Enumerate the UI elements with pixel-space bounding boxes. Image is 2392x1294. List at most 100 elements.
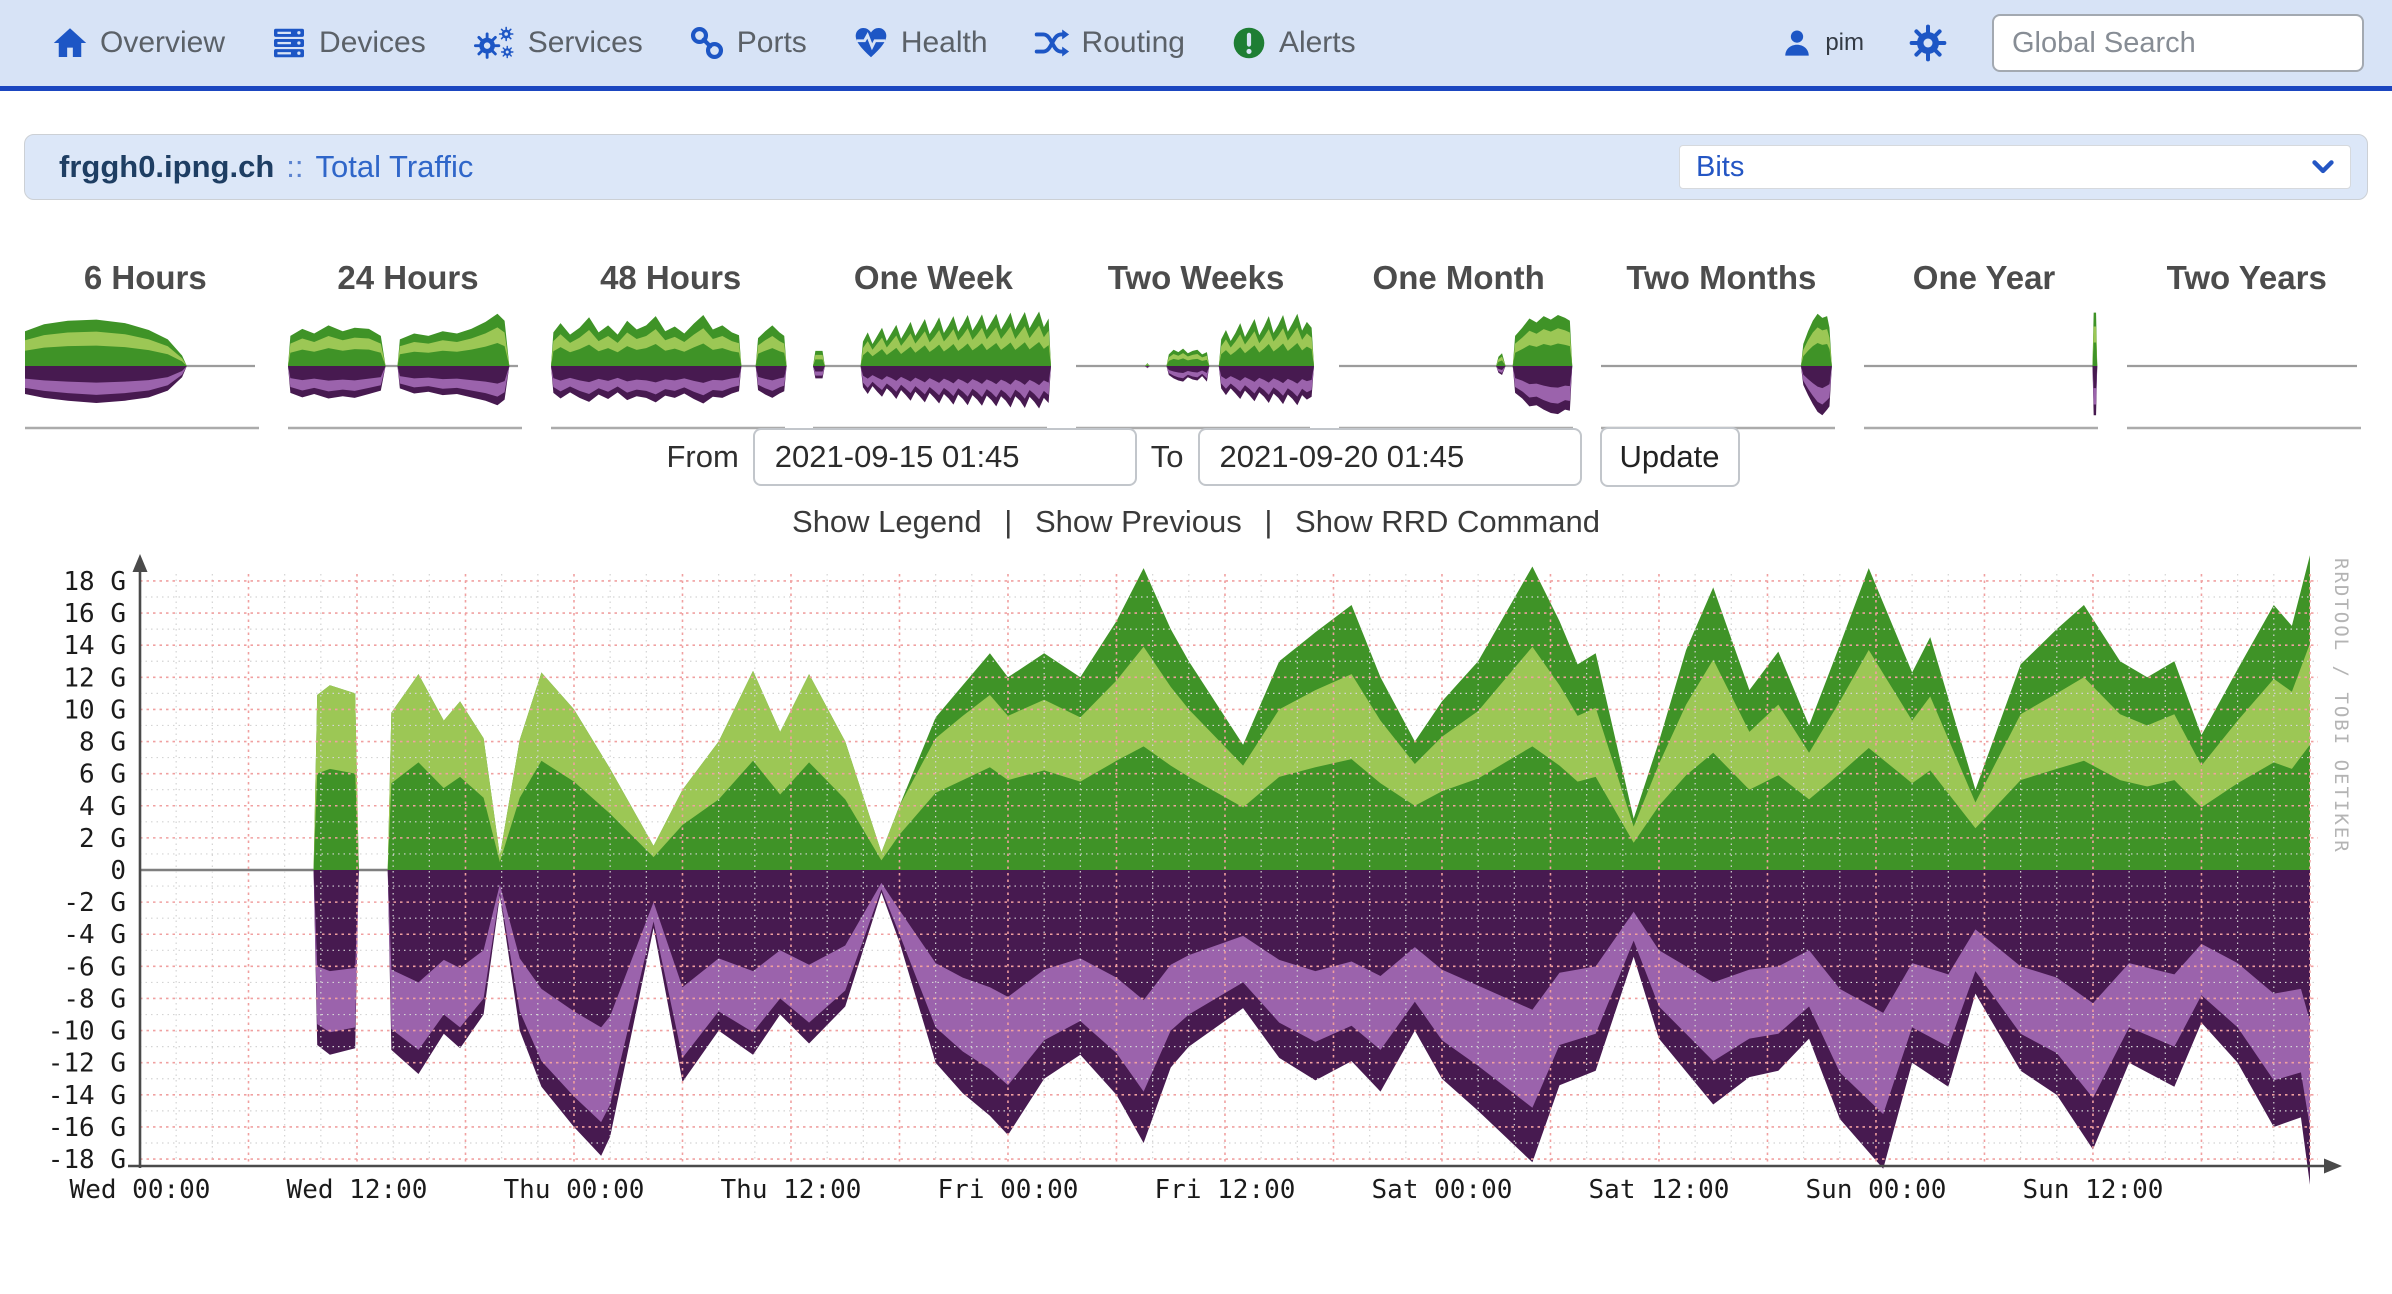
thumb-two-weeks[interactable]: Two Weeks (1065, 258, 1328, 432)
gear-icon (1908, 23, 1948, 63)
thumb-graph-48-hours (547, 302, 795, 432)
from-label: From (666, 439, 738, 475)
svg-text:-12 G: -12 G (48, 1049, 126, 1079)
thumb-one-month[interactable]: One Month (1327, 258, 1590, 432)
user-menu[interactable]: pim (1781, 27, 1864, 59)
svg-text:Wed 00:00: Wed 00:00 (70, 1175, 211, 1205)
heartbeat-icon (853, 25, 889, 61)
svg-text:8 G: 8 G (79, 728, 126, 758)
svg-text:Fri 12:00: Fri 12:00 (1155, 1175, 1296, 1205)
username-label: pim (1825, 29, 1864, 57)
thumb-graph-one-year (1860, 302, 2108, 432)
device-name: frggh0.ipng.ch (59, 149, 274, 185)
settings-button[interactable] (1908, 23, 1948, 63)
from-date-input[interactable] (753, 428, 1137, 486)
nav-item-routing[interactable]: Routing (1034, 25, 1185, 61)
svg-text:Sun 00:00: Sun 00:00 (1806, 1175, 1947, 1205)
chevron-down-icon (2310, 154, 2336, 180)
period-thumbnails: 6 Hours 24 Hours 48 Hours One Week Two W… (0, 258, 2392, 432)
thumb-48-hours[interactable]: 48 Hours (539, 258, 802, 432)
thumb-two-months[interactable]: Two Months (1590, 258, 1853, 432)
svg-text:-14 G: -14 G (48, 1081, 126, 1111)
traffic-graph: 18 G16 G14 G12 G10 G8 G6 G4 G2 G0-2 G-4 … (0, 550, 2392, 1294)
shuffle-icon (1034, 25, 1070, 61)
svg-text:Sun 12:00: Sun 12:00 (2023, 1175, 2164, 1205)
server-stack-icon (271, 25, 307, 61)
to-date-input[interactable] (1198, 428, 1582, 486)
thumb-label: One Week (802, 258, 1065, 298)
svg-text:18 G: 18 G (63, 567, 126, 597)
thumb-label: 48 Hours (539, 258, 802, 298)
show-legend-link[interactable]: Show Legend (792, 504, 982, 539)
svg-text:-10 G: -10 G (48, 1017, 126, 1047)
thumb-graph-two-months (1597, 302, 1845, 432)
show-rrd-command-link[interactable]: Show RRD Command (1295, 504, 1600, 539)
thumb-6-hours[interactable]: 6 Hours (14, 258, 277, 432)
thumb-label: Two Years (2115, 258, 2378, 298)
thumb-two-years[interactable]: Two Years (2115, 258, 2378, 432)
nav-item-label: Health (901, 26, 988, 60)
thumb-24-hours[interactable]: 24 Hours (277, 258, 540, 432)
title-separator: :: (286, 149, 303, 185)
thumb-label: Two Weeks (1065, 258, 1328, 298)
nav-item-ports[interactable]: Ports (689, 25, 807, 61)
nav-item-label: Services (528, 26, 643, 60)
svg-text:Thu 00:00: Thu 00:00 (504, 1175, 645, 1205)
svg-text:Fri 00:00: Fri 00:00 (938, 1175, 1079, 1205)
rrdtool-watermark: RRDTOOL / TOBI OETIKER (2330, 558, 2352, 1198)
svg-text:Thu 12:00: Thu 12:00 (721, 1175, 862, 1205)
thumb-one-year[interactable]: One Year (1853, 258, 2116, 432)
thumb-label: Two Months (1590, 258, 1853, 298)
link-icon (689, 25, 725, 61)
nav-item-health[interactable]: Health (853, 25, 988, 61)
svg-text:6 G: 6 G (79, 760, 126, 790)
svg-text:-4 G: -4 G (63, 920, 126, 950)
svg-text:-16 G: -16 G (48, 1113, 126, 1143)
svg-text:12 G: 12 G (63, 663, 126, 693)
thumb-graph-two-years (2123, 302, 2371, 432)
global-search-input[interactable] (1992, 14, 2364, 72)
nav-item-label: Alerts (1279, 26, 1356, 60)
nav-item-label: Routing (1082, 26, 1185, 60)
svg-text:14 G: 14 G (63, 631, 126, 661)
svg-text:Wed 12:00: Wed 12:00 (287, 1175, 428, 1205)
svg-text:10 G: 10 G (63, 695, 126, 725)
graph-title-link[interactable]: Total Traffic (316, 149, 474, 185)
nav-item-services[interactable]: Services (472, 25, 643, 61)
thumb-graph-one-week (809, 302, 1057, 432)
svg-text:-6 G: -6 G (63, 952, 126, 982)
svg-text:Sat 12:00: Sat 12:00 (1589, 1175, 1730, 1205)
nav-item-alerts[interactable]: Alerts (1231, 25, 1356, 61)
svg-text:0: 0 (110, 856, 126, 886)
nav-item-label: Devices (319, 26, 426, 60)
thumb-graph-24-hours (284, 302, 532, 432)
time-range-form: From To Update (0, 424, 2392, 490)
units-selected-value: Bits (1696, 151, 1744, 184)
svg-text:2 G: 2 G (79, 824, 126, 854)
thumb-graph-one-month (1335, 302, 1583, 432)
thumb-graph-6-hours (21, 302, 269, 432)
graph-action-links: Show Legend | Show Previous | Show RRD C… (0, 504, 2392, 540)
svg-text:-18 G: -18 G (48, 1145, 126, 1175)
graph-header-panel: frggh0.ipng.ch :: Total Traffic Bits (24, 134, 2368, 200)
nav-item-devices[interactable]: Devices (271, 25, 426, 61)
svg-text:Sat 00:00: Sat 00:00 (1372, 1175, 1513, 1205)
thumb-label: 6 Hours (14, 258, 277, 298)
thumb-label: One Month (1327, 258, 1590, 298)
update-button[interactable]: Update (1600, 427, 1740, 487)
nav-item-label: Overview (100, 26, 225, 60)
thumb-graph-two-weeks (1072, 302, 1320, 432)
nav-item-label: Ports (737, 26, 807, 60)
navbar-right: pim (1781, 14, 2364, 72)
units-select[interactable]: Bits (1679, 145, 2351, 189)
svg-text:4 G: 4 G (79, 792, 126, 822)
thumb-one-week[interactable]: One Week (802, 258, 1065, 432)
thumb-label: 24 Hours (277, 258, 540, 298)
gears-icon (472, 25, 516, 61)
home-icon (52, 25, 88, 61)
nav-item-overview[interactable]: Overview (52, 25, 225, 61)
link-separator: | (1264, 504, 1272, 539)
link-separator: | (1004, 504, 1012, 539)
show-previous-link[interactable]: Show Previous (1035, 504, 1242, 539)
alert-circle-icon (1231, 25, 1267, 61)
